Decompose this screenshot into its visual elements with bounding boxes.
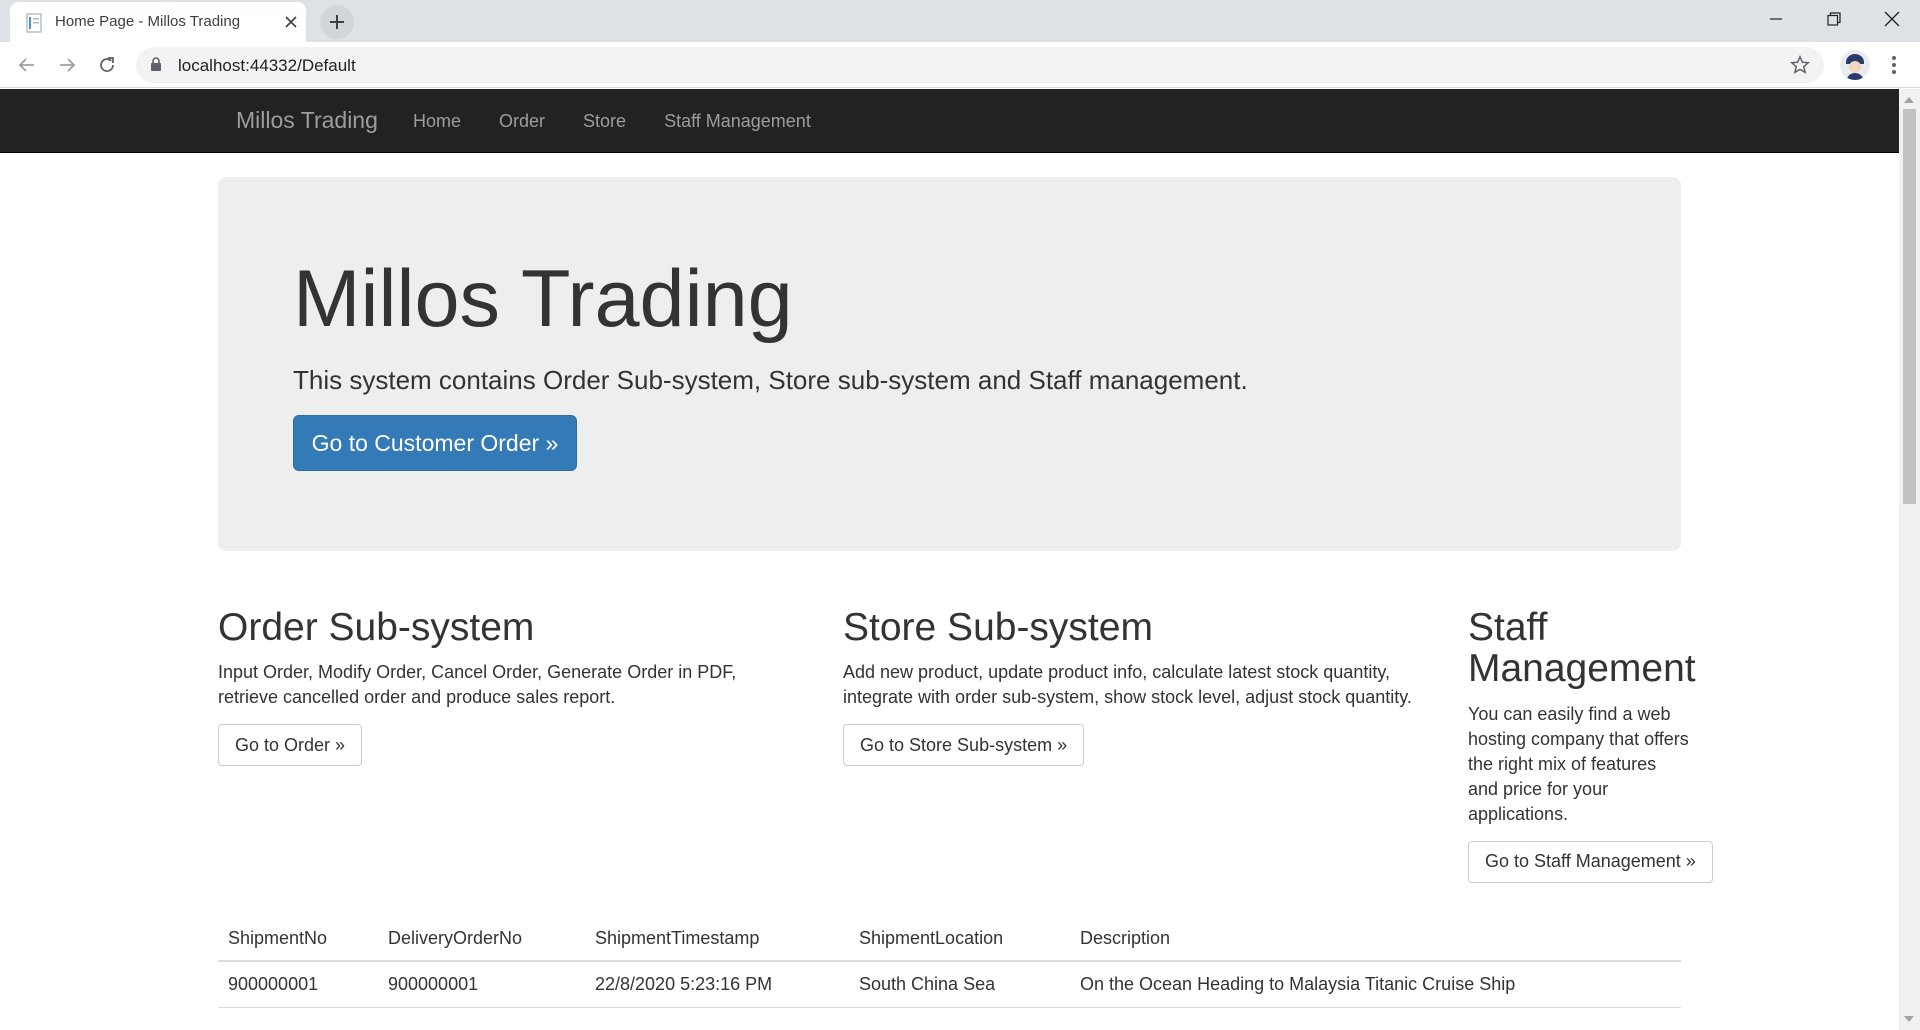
table-cell: 900000001 — [218, 961, 378, 1008]
order-subsystem-title: Order Sub-system — [218, 606, 535, 649]
column-header: ShipmentTimestamp — [585, 915, 849, 962]
column-header: ShipmentNo — [218, 915, 378, 962]
page-scrollbar[interactable] — [1899, 89, 1920, 1030]
store-subsystem-title: Store Sub-system — [843, 606, 1153, 649]
forward-arrow-icon — [60, 58, 76, 72]
page-title: Millos Trading — [293, 254, 793, 344]
scroll-up-arrow-icon[interactable] — [1904, 97, 1914, 103]
go-to-staff-management-button[interactable]: Go to Staff Management » — [1468, 840, 1713, 883]
close-tab-icon[interactable] — [280, 11, 302, 33]
reload-button[interactable] — [94, 52, 120, 78]
go-to-store-button[interactable]: Go to Store Sub-system » — [843, 724, 1085, 767]
minimize-icon — [1770, 18, 1782, 20]
page-favicon-icon — [26, 13, 44, 33]
staff-management-column: Staff Management You can easily find a w… — [1468, 606, 1713, 883]
profile-avatar[interactable] — [1840, 50, 1870, 80]
column-header: DeliveryOrderNo — [378, 915, 585, 962]
back-button[interactable] — [14, 52, 40, 78]
close-icon — [1884, 11, 1900, 27]
column-header: Description — [1070, 915, 1681, 962]
reload-icon — [100, 57, 114, 72]
plus-icon — [330, 15, 344, 29]
browser-menu-icon[interactable] — [1884, 53, 1904, 77]
restore-icon — [1827, 12, 1841, 26]
column-header: ShipmentLocation — [849, 915, 1070, 962]
staff-management-title: Staff Management — [1468, 606, 1696, 691]
table-cell: On the Ocean Heading to Malaysia Titanic… — [1070, 961, 1681, 1008]
scrollbar-thumb[interactable] — [1903, 109, 1916, 504]
jumbotron: Millos Trading This system contains Orde… — [218, 177, 1681, 551]
bookmark-star-icon[interactable] — [1789, 54, 1811, 80]
store-subsystem-text: Add new product, update product info, ca… — [843, 662, 1412, 708]
order-subsystem-text: Input Order, Modify Order, Cancel Order,… — [218, 662, 737, 708]
table-cell: 22/8/2020 5:23:16 PM — [585, 961, 849, 1008]
shipment-table: ShipmentNo DeliveryOrderNo ShipmentTimes… — [218, 915, 1681, 1008]
browser-tab[interactable]: Home Page - Millos Trading — [10, 2, 306, 42]
restore-button[interactable] — [1806, 0, 1862, 38]
url-text: localhost:44332/Default — [178, 56, 356, 75]
go-to-order-button[interactable]: Go to Order » — [218, 724, 363, 767]
nav-link-home[interactable]: Home — [394, 89, 480, 153]
new-tab-button[interactable] — [320, 5, 354, 39]
site-navbar: Millos Trading Home Order Store Staff Ma… — [0, 89, 1899, 153]
browser-tab-strip: Home Page - Millos Trading — [0, 0, 1920, 42]
navbar-brand[interactable]: Millos Trading — [236, 107, 378, 134]
staff-management-text: You can easily find a web hosting compan… — [1468, 703, 1689, 824]
lock-icon — [150, 57, 162, 77]
tab-title: Home Page - Millos Trading — [55, 13, 241, 30]
profile-avatar-icon — [1840, 50, 1870, 80]
address-bar[interactable]: localhost:44332/Default — [136, 47, 1824, 83]
jumbotron-lead: This system contains Order Sub-system, S… — [293, 365, 1248, 395]
store-subsystem-column: Store Sub-system Add new product, update… — [843, 606, 1423, 767]
table-cell: South China Sea — [849, 961, 1070, 1008]
nav-link-staff-management[interactable]: Staff Management — [645, 89, 830, 153]
order-subsystem-column: Order Sub-system Input Order, Modify Ord… — [218, 606, 798, 767]
browser-toolbar: localhost:44332/Default — [0, 42, 1920, 88]
table-header-row: ShipmentNo DeliveryOrderNo ShipmentTimes… — [218, 915, 1681, 962]
navbar-links: Home Order Store Staff Management — [394, 89, 830, 153]
back-arrow-icon — [18, 58, 34, 72]
table-row: 900000001 900000001 22/8/2020 5:23:16 PM… — [218, 961, 1681, 1008]
forward-button[interactable] — [54, 52, 80, 78]
scroll-down-arrow-icon[interactable] — [1904, 1016, 1914, 1022]
nav-link-store[interactable]: Store — [564, 89, 645, 153]
nav-link-order[interactable]: Order — [480, 89, 564, 153]
table-cell: 900000001 — [378, 961, 585, 1008]
customer-order-button[interactable]: Go to Customer Order » — [293, 415, 577, 471]
page-viewport: Millos Trading Home Order Store Staff Ma… — [0, 89, 1899, 1030]
close-window-button[interactable] — [1864, 0, 1920, 38]
minimize-button[interactable] — [1748, 0, 1804, 38]
